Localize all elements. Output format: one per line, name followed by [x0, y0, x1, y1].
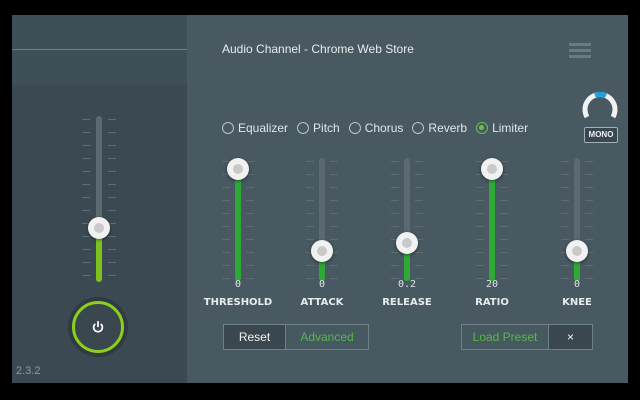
- tab-chorus[interactable]: Chorus: [348, 121, 403, 135]
- slider-handle[interactable]: [481, 158, 503, 180]
- close-icon: ×: [566, 330, 574, 344]
- load-preset-button[interactable]: Load Preset: [461, 324, 549, 350]
- slider-label: RELEASE: [382, 297, 432, 308]
- slider-value: 0: [234, 279, 242, 290]
- slider-label: RATIO: [475, 297, 509, 308]
- reset-button[interactable]: Reset: [223, 324, 286, 350]
- power-button[interactable]: [72, 301, 124, 353]
- slider-level-fill: [235, 169, 241, 281]
- radio-icon: [222, 122, 234, 134]
- radio-icon: [348, 122, 361, 134]
- tab-pitch[interactable]: Pitch: [297, 121, 340, 135]
- page-title: Audio Channel - Chrome Web Store: [222, 42, 414, 56]
- tab-equalizer[interactable]: Equalizer: [222, 121, 288, 135]
- radio-selected-icon: [476, 122, 489, 134]
- slider-value: 0: [318, 279, 326, 290]
- slider-value: 0: [573, 279, 581, 290]
- tab-reverb[interactable]: Reverb: [412, 121, 467, 135]
- slider-handle[interactable]: [396, 231, 418, 254]
- slider-handle[interactable]: [311, 240, 333, 262]
- mono-button[interactable]: MONO: [584, 127, 618, 143]
- sidebar-divider: [12, 49, 187, 50]
- slider-value: 20: [485, 279, 499, 290]
- slider-label: ATTACK: [300, 297, 344, 308]
- slider-value: 0.2: [397, 279, 417, 290]
- app-window: 2.3.2 Audio Channel - Chrome Web Store M…: [12, 15, 628, 383]
- version-label: 2.3.2: [16, 365, 41, 377]
- sidebar: 2.3.2: [12, 15, 187, 383]
- advanced-button[interactable]: Advanced: [286, 324, 369, 350]
- hamburger-menu-icon[interactable]: [569, 43, 591, 59]
- radio-icon: [412, 122, 425, 134]
- clear-preset-button[interactable]: ×: [549, 324, 593, 350]
- power-icon: [92, 320, 104, 333]
- slider-label: KNEE: [562, 297, 592, 308]
- power-button-ring: [68, 297, 128, 357]
- slider-handle[interactable]: [227, 158, 249, 180]
- slider-handle[interactable]: [566, 240, 588, 262]
- slider-label: THRESHOLD: [203, 297, 273, 308]
- mono-gauge-icon[interactable]: [581, 90, 619, 128]
- radio-icon: [297, 122, 310, 134]
- effect-tabs: Equalizer Pitch Chorus Reverb Limiter: [222, 119, 537, 137]
- slider-level-fill: [489, 169, 495, 281]
- tab-limiter[interactable]: Limiter: [476, 121, 528, 135]
- volume-slider-handle[interactable]: [88, 216, 110, 239]
